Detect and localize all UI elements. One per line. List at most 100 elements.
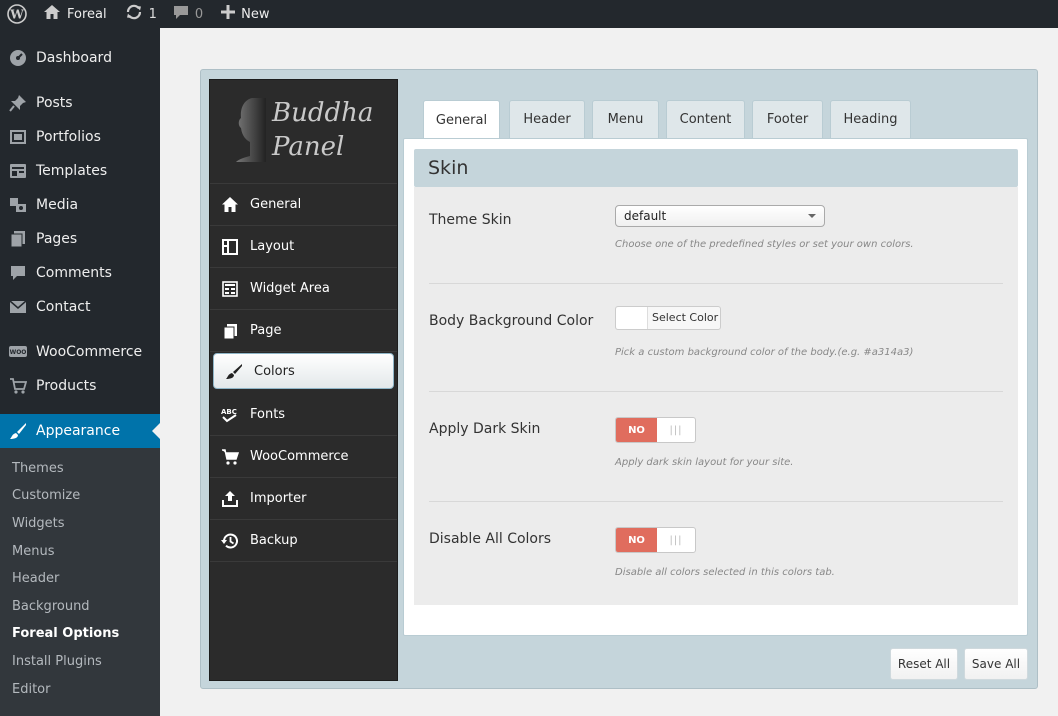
site-name-link[interactable]: Foreal <box>34 0 115 28</box>
main-content: Buddha Panel General Layout Widget Area … <box>160 28 1058 716</box>
new-label: New <box>241 6 270 22</box>
fonts-icon: ABC <box>210 407 250 423</box>
disable-colors-label: Disable All Colors <box>429 531 552 547</box>
tab-heading[interactable]: Heading <box>830 100 911 138</box>
appearance-submenu: Themes Customize Widgets Menus Header Ba… <box>0 448 160 716</box>
panel-nav-layout[interactable]: Layout <box>210 226 397 268</box>
menu-label: Dashboard <box>36 50 112 66</box>
dark-skin-description: Apply dark skin layout for your site. <box>615 457 794 468</box>
tab-header[interactable]: Header <box>509 100 585 138</box>
panel-nav-label: Widget Area <box>250 281 330 296</box>
dark-skin-toggle[interactable]: NO ||| <box>615 417 696 443</box>
templates-icon <box>0 162 36 180</box>
page-icon <box>210 323 250 339</box>
panel-nav-importer[interactable]: Importer <box>210 478 397 520</box>
save-all-button[interactable]: Save All <box>964 648 1028 680</box>
dashboard-icon <box>0 49 36 67</box>
site-name-label: Foreal <box>67 6 107 22</box>
layout-icon <box>210 238 250 255</box>
menu-item-contact[interactable]: Contact <box>0 290 160 324</box>
panel-nav-label: Page <box>250 323 282 338</box>
tab-content-area: Skin Theme Skin default Choose one of th… <box>403 138 1028 636</box>
comment-icon <box>173 5 189 24</box>
panel-nav-page[interactable]: Page <box>210 310 397 352</box>
panel-nav-general[interactable]: General <box>210 184 397 226</box>
submenu-item-themes[interactable]: Themes <box>12 458 64 480</box>
theme-skin-select[interactable]: default <box>615 205 825 227</box>
menu-item-products[interactable]: Products <box>0 369 160 403</box>
pin-icon <box>0 94 36 112</box>
panel-nav-widget-area[interactable]: Widget Area <box>210 268 397 310</box>
menu-label: Templates <box>36 163 108 179</box>
home-icon <box>44 5 60 23</box>
submenu-item-foreal-options[interactable]: Foreal Options <box>12 623 119 645</box>
panel-nav-backup[interactable]: Backup <box>210 520 397 562</box>
menu-label: Contact <box>36 299 91 315</box>
select-color-button[interactable]: Select Color <box>615 306 721 330</box>
refresh-icon <box>125 4 143 24</box>
toggle-state: NO <box>616 528 657 552</box>
tab-menu[interactable]: Menu <box>592 100 659 138</box>
menu-label: Posts <box>36 95 73 111</box>
toggle-handle-icon: ||| <box>669 534 683 546</box>
body-background-label: Body Background Color <box>429 313 594 329</box>
submenu-item-background[interactable]: Background <box>12 596 90 618</box>
menu-item-templates[interactable]: Templates <box>0 154 160 188</box>
mail-icon <box>0 298 36 316</box>
portfolio-icon <box>0 128 36 146</box>
menu-item-dashboard[interactable]: Dashboard <box>0 41 160 75</box>
menu-item-media[interactable]: Media <box>0 188 160 222</box>
panel-nav-label: Fonts <box>250 407 286 422</box>
panel-nav-label: Colors <box>254 363 295 379</box>
menu-item-posts[interactable]: Posts <box>0 86 160 120</box>
reset-all-button[interactable]: Reset All <box>890 648 958 680</box>
tab-footer[interactable]: Footer <box>752 100 823 138</box>
logo-line-2: Panel <box>272 132 345 162</box>
disable-colors-toggle[interactable]: NO ||| <box>615 527 696 553</box>
pages-icon <box>0 230 36 248</box>
panel-nav-woocommerce[interactable]: WooCommerce <box>210 436 397 478</box>
menu-item-pages[interactable]: Pages <box>0 222 160 256</box>
panel-nav-colors[interactable]: Colors <box>213 353 394 389</box>
updates-link[interactable]: 1 <box>115 0 165 28</box>
options-panel: Buddha Panel General Layout Widget Area … <box>200 69 1038 689</box>
cart-icon <box>210 448 250 465</box>
panel-nav-fonts[interactable]: ABC Fonts <box>210 394 397 436</box>
submenu-item-widgets[interactable]: Widgets <box>12 513 65 535</box>
comments-count: 0 <box>194 6 204 22</box>
submenu-item-header[interactable]: Header <box>12 568 59 590</box>
theme-skin-value: default <box>624 209 667 223</box>
admin-bar: W Foreal 1 0 New <box>0 0 1058 28</box>
divider <box>429 283 1003 284</box>
home-icon <box>210 197 250 212</box>
woo-icon: WOO <box>0 344 36 360</box>
panel-nav-label: WooCommerce <box>250 449 349 464</box>
buddha-logo-icon <box>236 98 266 162</box>
comments-link[interactable]: 0 <box>165 0 213 28</box>
submenu-item-editor[interactable]: Editor <box>12 679 50 701</box>
menu-item-portfolios[interactable]: Portfolios <box>0 120 160 154</box>
plus-icon <box>221 5 236 23</box>
chevron-down-icon <box>808 214 816 222</box>
menu-label: WooCommerce <box>36 344 143 360</box>
body-background-description: Pick a custom background color of the bo… <box>615 347 914 358</box>
svg-text:WOO: WOO <box>10 349 27 356</box>
new-content-link[interactable]: New <box>213 0 277 28</box>
panel-logo: Buddha Panel <box>210 80 397 184</box>
menu-item-appearance[interactable]: Appearance <box>0 414 160 448</box>
panel-nav-label: Layout <box>250 239 295 254</box>
divider <box>429 501 1003 502</box>
brush-icon <box>214 363 254 379</box>
submenu-item-menus[interactable]: Menus <box>12 541 54 563</box>
wordpress-logo-icon[interactable]: W <box>0 0 34 28</box>
menu-item-comments[interactable]: Comments <box>0 256 160 290</box>
submenu-item-customize[interactable]: Customize <box>12 485 80 507</box>
tab-content[interactable]: Content <box>666 100 745 138</box>
menu-label: Comments <box>36 265 112 281</box>
submenu-item-install-plugins[interactable]: Install Plugins <box>12 651 102 673</box>
menu-item-woocommerce[interactable]: WOO WooCommerce <box>0 335 160 369</box>
panel-sidebar: Buddha Panel General Layout Widget Area … <box>209 79 398 681</box>
tab-general[interactable]: General <box>423 100 500 139</box>
logo-line-1: Buddha <box>272 98 374 128</box>
upload-icon <box>210 490 250 507</box>
